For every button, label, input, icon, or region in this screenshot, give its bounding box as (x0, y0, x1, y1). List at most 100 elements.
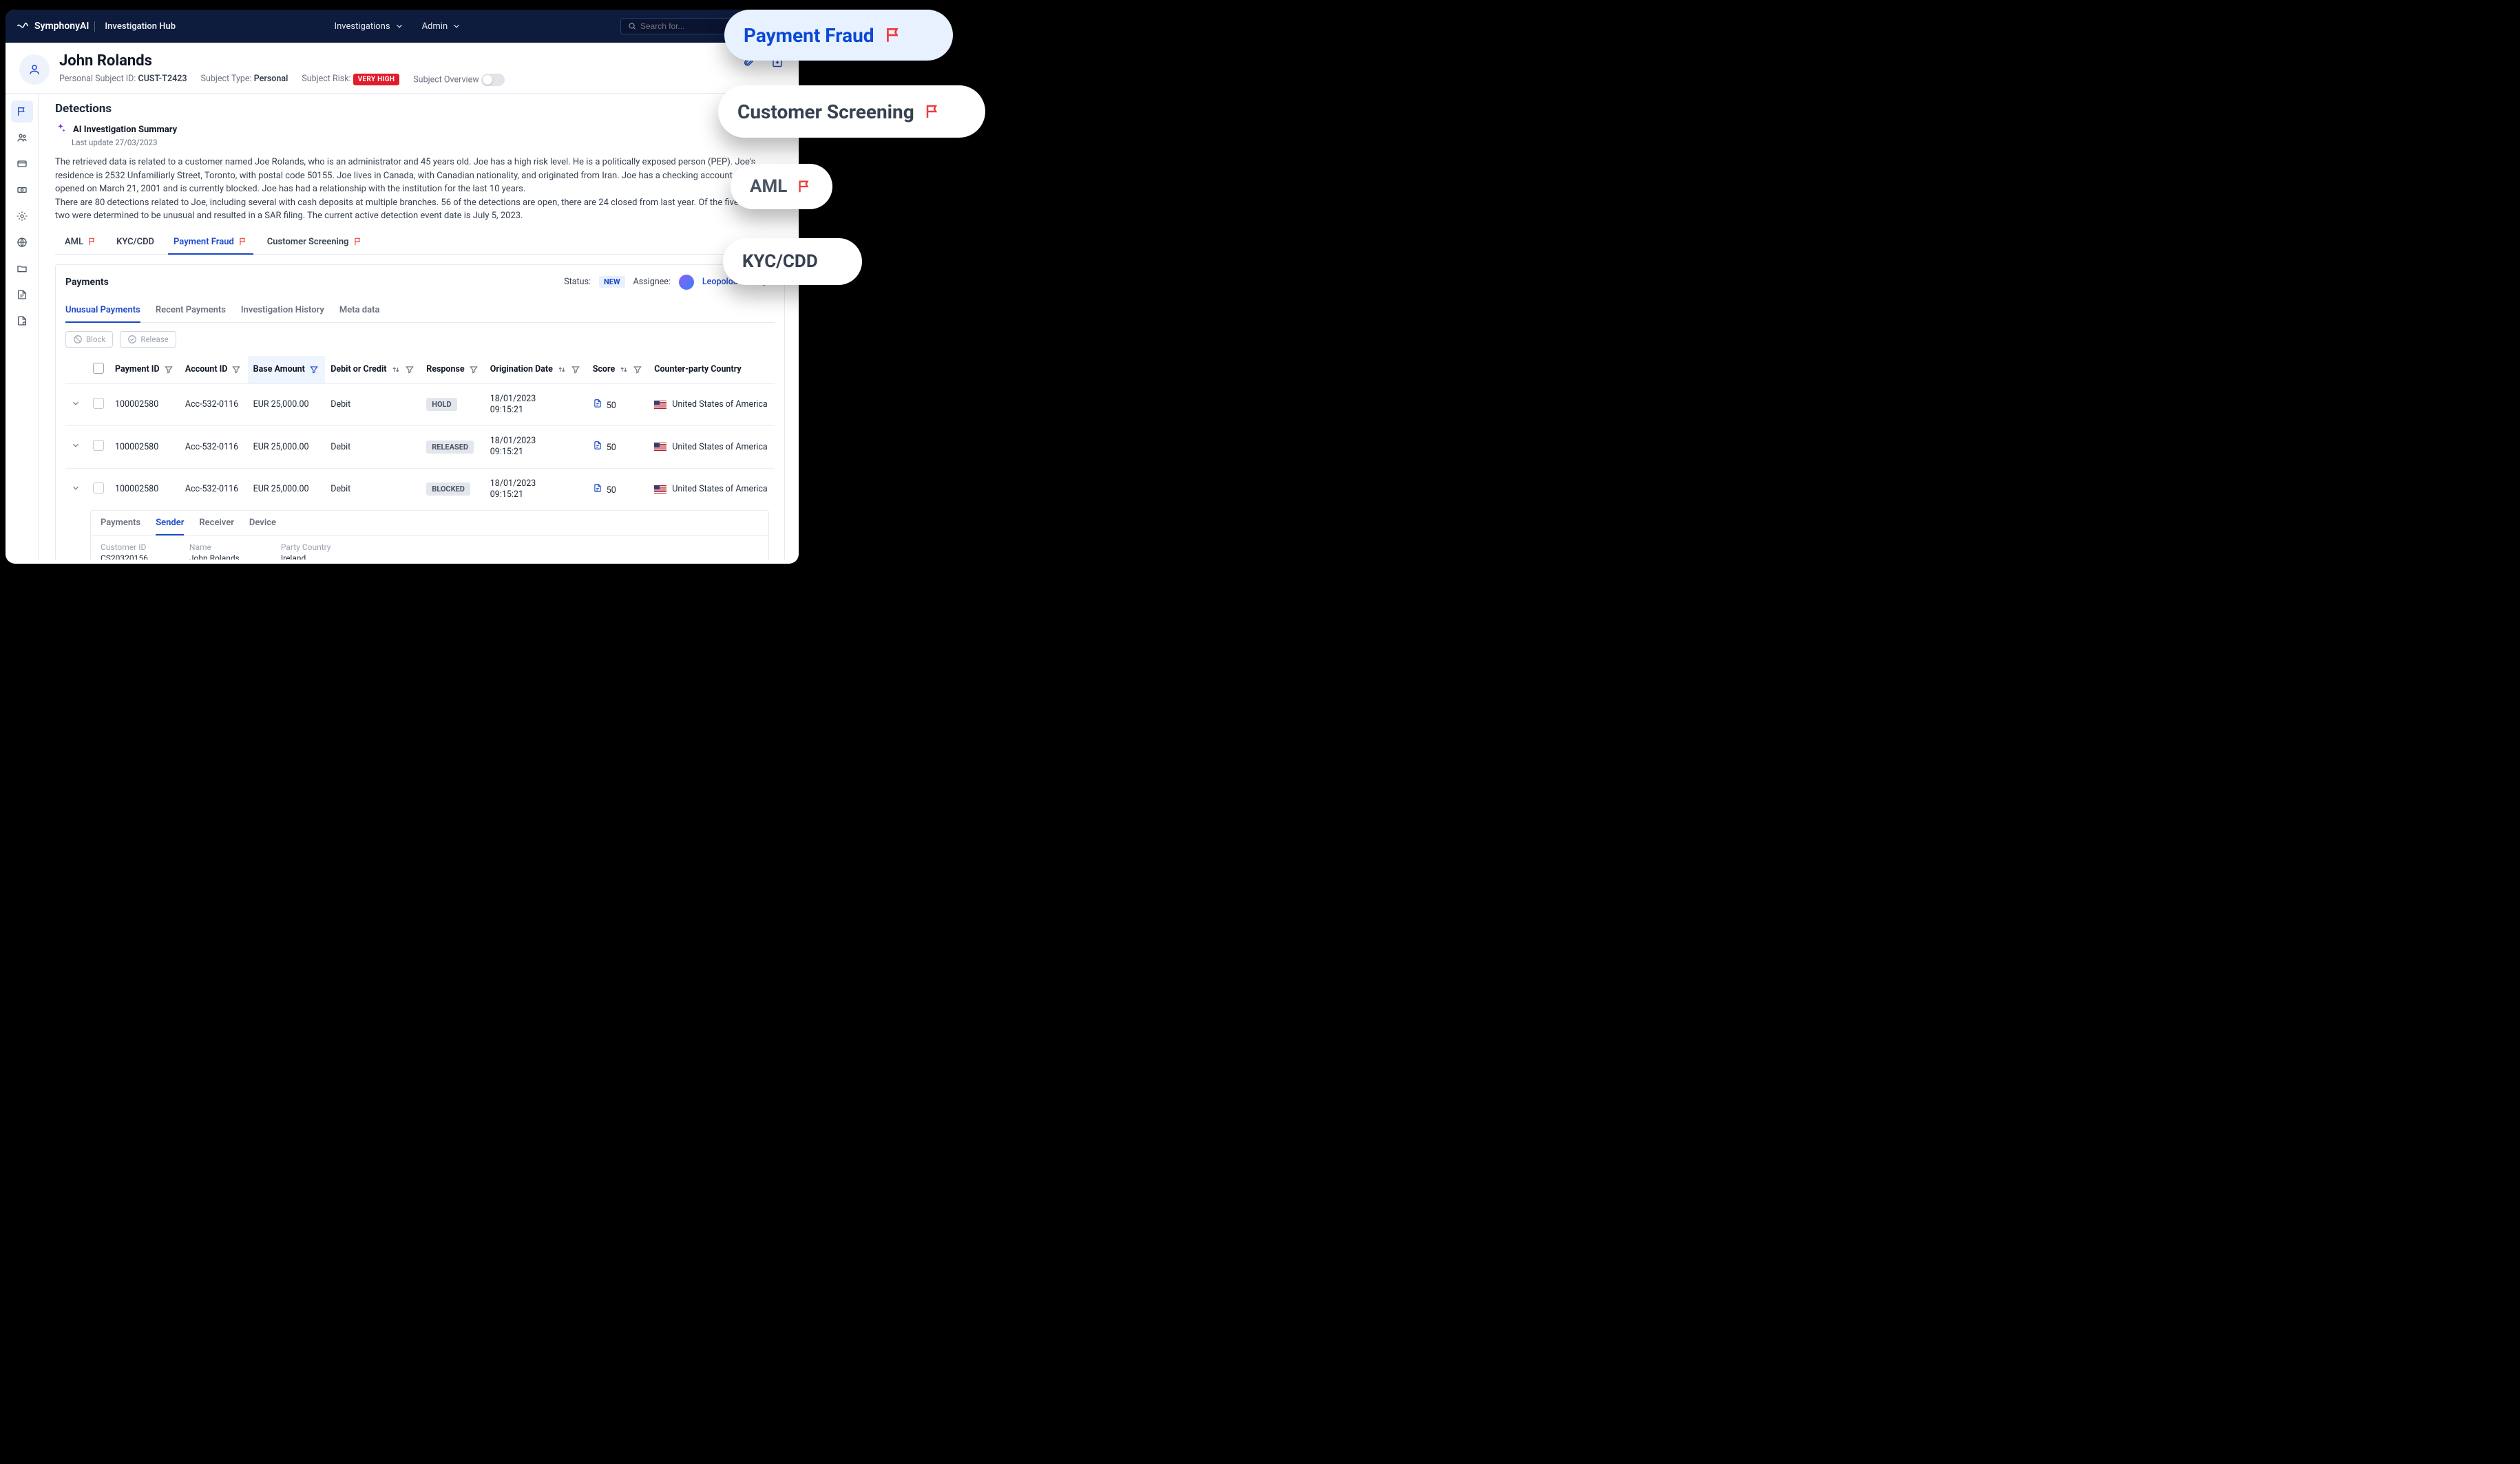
table-row: 100002580 Acc-532-0116 EUR 25,000.00 Deb… (65, 426, 775, 469)
flag-icon (884, 26, 902, 44)
us-flag-icon (654, 443, 666, 451)
subject-header: John Rolands Personal Subject ID: CUST-T… (6, 43, 799, 94)
subtab-recent[interactable]: Recent Payments (156, 298, 226, 322)
detail-key: Name (189, 542, 240, 552)
cell-dc: Debit (325, 383, 421, 426)
rail-doc-alert[interactable] (11, 310, 33, 332)
flag-icon (797, 179, 812, 194)
filter-icon[interactable] (469, 365, 479, 374)
cell-amount: EUR 25,000.00 (248, 383, 326, 426)
sort-icon[interactable] (557, 365, 567, 374)
expand-row[interactable] (65, 468, 87, 510)
sort-icon[interactable] (619, 365, 629, 374)
response-pill: RELEASED (426, 441, 474, 454)
cell-date: 18/01/202309:15:21 (485, 383, 587, 426)
expand-row[interactable] (65, 426, 87, 469)
detail-tab-payments[interactable]: Payments (101, 511, 140, 535)
flag-icon (924, 103, 941, 120)
row-checkbox[interactable] (93, 398, 104, 409)
detail-tab-receiver[interactable]: Receiver (199, 511, 234, 535)
filter-icon[interactable] (571, 365, 580, 374)
detail-tab-sender[interactable]: Sender (156, 511, 184, 535)
filter-icon[interactable] (164, 365, 174, 374)
detections-title: Detections (55, 102, 799, 116)
chevron-down-icon (452, 21, 461, 31)
detail-value: John Rolands (189, 553, 240, 560)
filter-icon[interactable] (231, 365, 241, 374)
detail-tab-device[interactable]: Device (249, 511, 276, 535)
flag-icon (353, 237, 363, 246)
subtab-meta[interactable]: Meta data (339, 298, 380, 322)
people-icon (17, 132, 28, 143)
search-icon (628, 21, 636, 31)
cell-dc: Debit (325, 426, 421, 469)
filter-icon[interactable] (633, 365, 642, 374)
detail-key: Customer ID (101, 542, 148, 552)
search-input[interactable] (640, 21, 726, 31)
row-checkbox[interactable] (93, 440, 104, 451)
subject-id: CUST-T2423 (138, 74, 187, 84)
tab-aml[interactable]: AML (65, 230, 97, 254)
nav-center: Investigations Admin (188, 21, 608, 32)
content-area: Detections AI Investigation Summary Last… (39, 94, 799, 560)
document-icon[interactable] (593, 401, 602, 411)
detail-key: Party Country (281, 542, 381, 552)
select-all-checkbox[interactable] (93, 363, 104, 374)
block-icon (73, 335, 83, 344)
subtab-unusual[interactable]: Unusual Payments (65, 298, 140, 322)
rail-detections[interactable] (11, 100, 33, 123)
cell-payment-id: 100002580 (109, 468, 180, 510)
detection-tabs: AML KYC/CDD Payment Fraud Customer Scree… (55, 230, 799, 255)
chevron-down-icon (71, 483, 81, 493)
rail-globe[interactable] (11, 231, 33, 253)
detail-value: CS20320156 (101, 553, 148, 560)
ai-summary-title: AI Investigation Summary (73, 125, 177, 135)
payments-table: Payment ID Account ID Base Amount Debit … (65, 356, 775, 511)
status-badge: NEW (599, 276, 625, 288)
flag-icon (17, 106, 28, 117)
cell-country: United States of America (649, 426, 775, 469)
cell-date: 18/01/202309:15:21 (485, 468, 587, 510)
row-checkbox[interactable] (93, 482, 104, 494)
rail-entities[interactable] (11, 127, 33, 149)
cell-payment-id: 100002580 (109, 426, 180, 469)
document-icon[interactable] (593, 443, 602, 453)
filter-icon[interactable] (309, 365, 319, 374)
nav-investigations[interactable]: Investigations (335, 21, 404, 32)
app-window: SymphonyAI Investigation Hub Investigati… (6, 10, 799, 564)
us-flag-icon (654, 401, 666, 409)
cell-account-id: Acc-532-0116 (180, 468, 248, 510)
gears-icon (17, 211, 28, 222)
subject-avatar (19, 54, 50, 85)
release-button[interactable]: Release (120, 331, 176, 348)
rail-folder[interactable] (11, 257, 33, 279)
subject-type: Personal (254, 74, 288, 84)
filter-icon[interactable] (405, 365, 414, 374)
expand-row[interactable] (65, 383, 87, 426)
rail-settings[interactable] (11, 205, 33, 227)
cell-account-id: Acc-532-0116 (180, 383, 248, 426)
document-icon[interactable] (593, 485, 602, 496)
sparkle-icon (55, 123, 66, 136)
cell-amount: EUR 25,000.00 (248, 426, 326, 469)
tab-customer-screening[interactable]: Customer Screening (267, 230, 363, 254)
subject-name: John Rolands (59, 52, 505, 70)
block-button[interactable]: Block (65, 331, 113, 348)
rail-doc[interactable] (11, 284, 33, 306)
cell-amount: EUR 25,000.00 (248, 468, 326, 510)
cell-score: 50 (587, 383, 649, 426)
ai-summary-text: The retrieved data is related to a custo… (55, 156, 782, 223)
search-box[interactable] (620, 18, 733, 34)
cell-account-id: Acc-532-0116 (180, 426, 248, 469)
subtab-history[interactable]: Investigation History (241, 298, 324, 322)
nav-admin[interactable]: Admin (422, 21, 462, 32)
rail-bank[interactable] (11, 179, 33, 201)
sort-icon[interactable] (391, 365, 401, 374)
overview-toggle[interactable] (481, 74, 505, 86)
chevron-down-icon (395, 21, 404, 31)
callout-payment-fraud: Payment Fraud (724, 10, 953, 61)
tab-kyc[interactable]: KYC/CDD (116, 230, 154, 254)
tab-payment-fraud[interactable]: Payment Fraud (174, 230, 248, 254)
rail-card[interactable] (11, 153, 33, 175)
chevron-down-icon (71, 441, 81, 450)
